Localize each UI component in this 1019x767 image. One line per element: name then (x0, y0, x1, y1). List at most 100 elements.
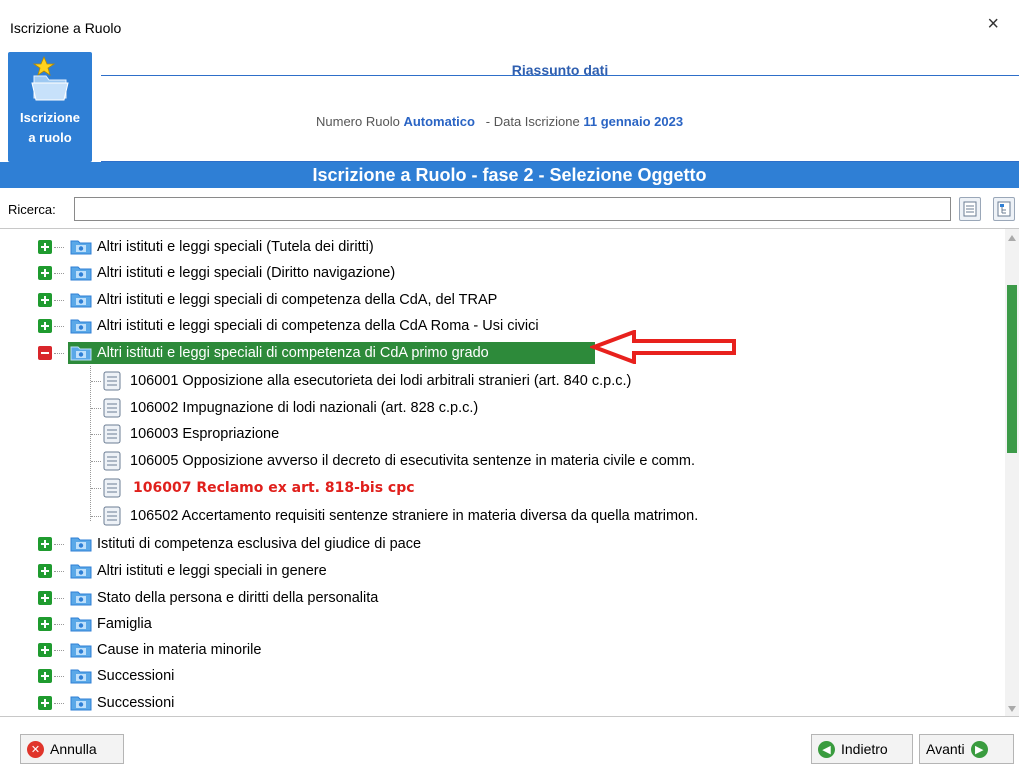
tree-node-label: Cause in materia minorile (97, 642, 262, 658)
folder-open-icon (70, 346, 92, 361)
folder-icon (70, 669, 92, 684)
list-view-button[interactable] (959, 197, 981, 221)
folder-icon (70, 643, 92, 658)
avanti-button[interactable]: Avanti ▶ (919, 734, 1014, 764)
tree-node-label: Altri istituti e leggi speciali di compe… (97, 318, 539, 334)
close-icon[interactable]: × (987, 14, 999, 34)
expand-plus-icon[interactable] (38, 617, 52, 631)
folder-icon (70, 591, 92, 606)
folder-icon (70, 240, 92, 255)
tree-leaf-label: 106001 Opposizione alla esecutorieta dei… (130, 373, 632, 389)
data-value: 11 gennaio 2023 (583, 114, 684, 129)
object-tree[interactable]: Altri istituti e leggi speciali (Tutela … (0, 228, 1019, 717)
tree-node[interactable]: Famiglia (0, 611, 1005, 637)
scroll-up-icon[interactable] (1008, 235, 1016, 241)
title-bar: Iscrizione a Ruolo × (0, 0, 1019, 40)
tree-leaf-label: 106002 Impugnazione di lodi nazionali (a… (130, 400, 479, 416)
tree-leaf[interactable]: 106002 Impugnazione di lodi nazionali (a… (0, 395, 1005, 421)
annulla-label: Annulla (50, 741, 97, 757)
avanti-label: Avanti (926, 741, 965, 757)
document-icon (103, 451, 121, 471)
numero-label: Numero Ruolo (316, 114, 400, 129)
tree-node[interactable]: Cause in materia minorile (0, 637, 1005, 663)
tree-node[interactable]: Altri istituti e leggi speciali (Diritto… (0, 260, 1005, 286)
tree-node-selected[interactable]: Altri istituti e leggi speciali di compe… (0, 340, 1005, 366)
tree-node-label: Altri istituti e leggi speciali di compe… (97, 345, 489, 361)
folder-icon (70, 617, 92, 632)
data-label: - Data Iscrizione (485, 114, 580, 129)
document-icon (103, 506, 121, 526)
collapse-minus-icon[interactable] (38, 346, 52, 360)
app-label-line1: Iscrizione (20, 110, 80, 125)
tree-node-label: Altri istituti e leggi speciali (Tutela … (97, 239, 374, 255)
document-icon (103, 424, 121, 444)
tree-node-label: Altri istituti e leggi speciali in gener… (97, 563, 327, 579)
search-bar: Ricerca: (0, 193, 1019, 225)
annotation-arrow-icon (590, 330, 736, 364)
document-icon (103, 398, 121, 418)
tree-node-label: Altri istituti e leggi speciali di compe… (97, 292, 498, 308)
tree-node[interactable]: Altri istituti e leggi speciali (Tutela … (0, 234, 1005, 260)
expand-plus-icon[interactable] (38, 696, 52, 710)
scroll-down-icon[interactable] (1008, 706, 1016, 712)
app-label-line2: a ruolo (28, 130, 72, 145)
folder-star-icon (31, 56, 69, 101)
expand-plus-icon[interactable] (38, 319, 52, 333)
header-panel: Iscrizione a ruolo Riassunto dati Numero… (0, 52, 1019, 162)
arrow-right-icon: ▶ (970, 740, 988, 758)
arrow-left-icon: ◀ (818, 740, 835, 758)
phase-title: Iscrizione a Ruolo - fase 2 - Selezione … (0, 162, 1019, 188)
tree-node-label: Successioni (97, 695, 175, 711)
tree-node[interactable]: Altri istituti e leggi speciali di compe… (0, 313, 1005, 339)
tree-leaf[interactable]: 106502 Accertamento requisiti sentenze s… (0, 503, 1005, 529)
search-label: Ricerca: (8, 202, 56, 217)
folder-icon (70, 564, 92, 579)
summary-title: Riassunto dati (511, 62, 609, 78)
expand-plus-icon[interactable] (38, 266, 52, 280)
app-icon-tile: Iscrizione a ruolo (8, 52, 92, 162)
numero-value: Automatico (403, 114, 475, 129)
cancel-icon: ✕ (27, 740, 44, 758)
tree-node-label: Altri istituti e leggi speciali (Diritto… (97, 265, 396, 281)
annulla-button[interactable]: ✕ Annulla (20, 734, 124, 764)
tree-node-label: Successioni (97, 668, 175, 684)
tree-node-label: Istituti di competenza esclusiva del giu… (97, 536, 422, 552)
document-icon (103, 371, 121, 391)
document-icon (103, 478, 121, 498)
expand-plus-icon[interactable] (38, 564, 52, 578)
vertical-scrollbar[interactable] (1005, 229, 1019, 716)
window-title: Iscrizione a Ruolo (10, 20, 122, 36)
scrollbar-thumb[interactable] (1007, 285, 1017, 453)
tree-leaf[interactable]: 106003 Espropriazione (0, 421, 1005, 447)
folder-icon (70, 293, 92, 308)
tree-leaf[interactable]: 106001 Opposizione alla esecutorieta dei… (0, 368, 1005, 394)
tree-view-button[interactable] (993, 197, 1015, 221)
tree-leaf-label: 106003 Espropriazione (130, 426, 280, 442)
tree-leaf-highlighted[interactable]: 106007 Reclamo ex art. 818-bis cpc (0, 475, 1005, 501)
tree-leaf-label: 106502 Accertamento requisiti sentenze s… (130, 508, 699, 524)
tree-leaf-label: 106007 Reclamo ex art. 818-bis cpc (133, 480, 415, 496)
folder-icon (70, 266, 92, 281)
expand-plus-icon[interactable] (38, 537, 52, 551)
tree-node[interactable]: Altri istituti e leggi speciali di compe… (0, 287, 1005, 313)
tree-node[interactable]: Istituti di competenza esclusiva del giu… (0, 531, 1005, 557)
indietro-label: Indietro (841, 741, 888, 757)
expand-plus-icon[interactable] (38, 643, 52, 657)
expand-plus-icon[interactable] (38, 591, 52, 605)
tree-node-label: Stato della persona e diritti della pers… (97, 590, 379, 606)
tree-leaf[interactable]: 106005 Opposizione avverso il decreto di… (0, 448, 1005, 474)
folder-icon (70, 319, 92, 334)
expand-plus-icon[interactable] (38, 669, 52, 683)
list-icon (963, 201, 977, 217)
indietro-button[interactable]: ◀ Indietro (811, 734, 913, 764)
tree-node[interactable]: Stato della persona e diritti della pers… (0, 585, 1005, 611)
expand-plus-icon[interactable] (38, 240, 52, 254)
expand-plus-icon[interactable] (38, 293, 52, 307)
tree-node[interactable]: Successioni (0, 663, 1005, 689)
tree-node[interactable]: Successioni (0, 690, 1005, 716)
summary-info: Numero Ruolo Automatico - Data Iscrizion… (316, 114, 683, 129)
search-input[interactable] (74, 197, 951, 221)
tree-node-label: Famiglia (97, 616, 152, 632)
tree-node[interactable]: Altri istituti e leggi speciali in gener… (0, 558, 1005, 584)
tree-leaf-label: 106005 Opposizione avverso il decreto di… (130, 453, 695, 469)
